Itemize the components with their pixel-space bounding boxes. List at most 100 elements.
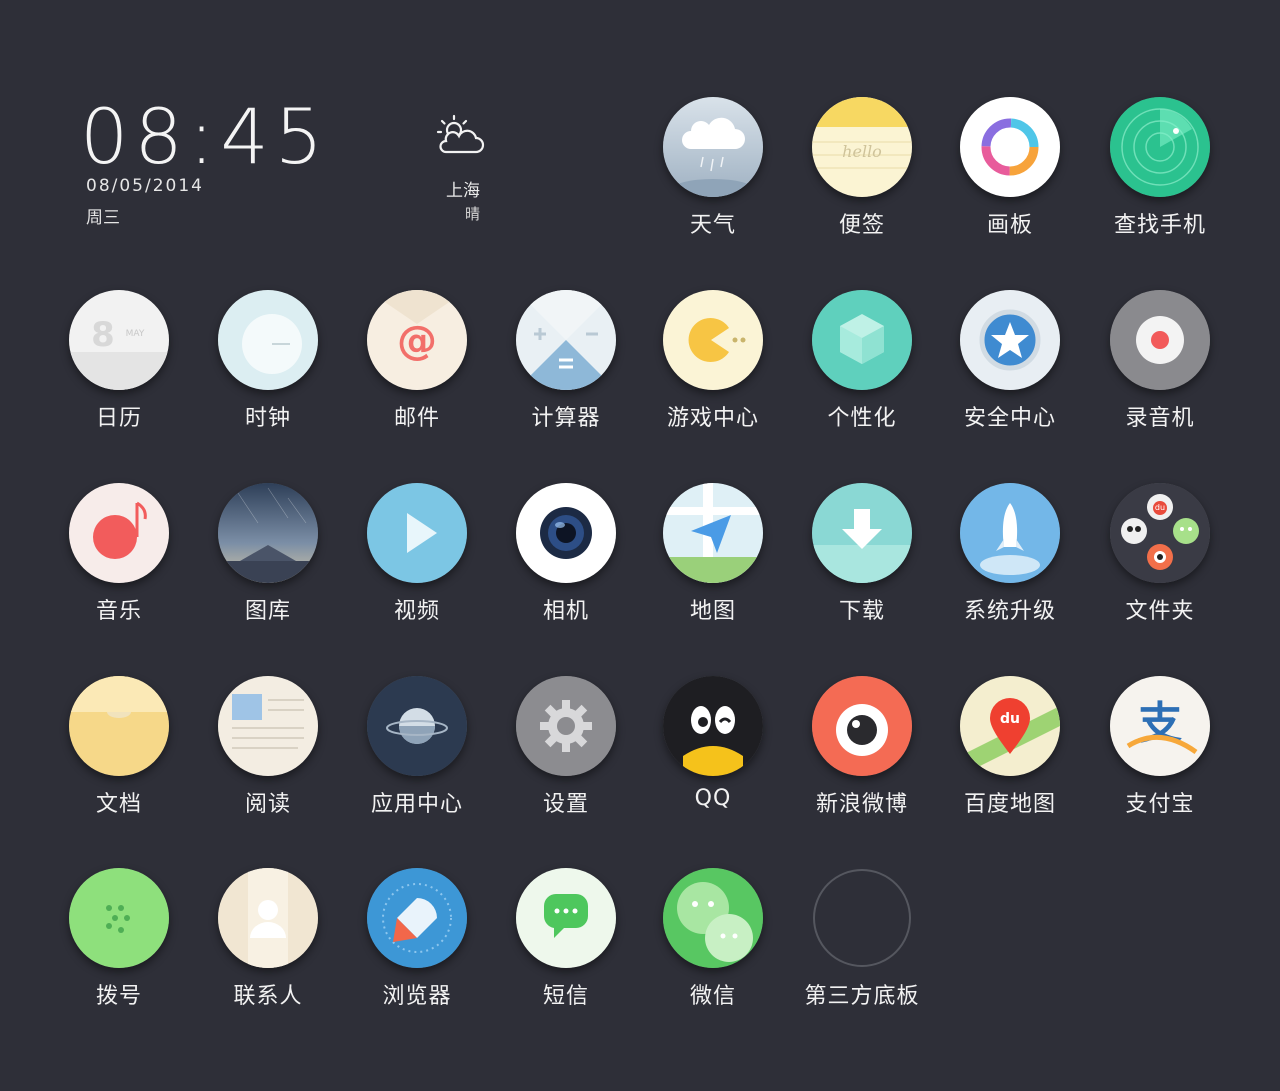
app-label: 第三方底板 — [804, 984, 920, 1009]
app-label: 计算器 — [531, 406, 601, 431]
app-calendar[interactable]: 8 MAY 日历 — [44, 290, 194, 440]
app-paint[interactable]: 画板 — [935, 97, 1085, 247]
app-contacts[interactable]: 联系人 — [193, 868, 343, 1018]
app-appstore[interactable]: 应用中心 — [342, 676, 492, 826]
calculator-icon — [516, 290, 616, 390]
app-label: QQ — [694, 786, 732, 811]
camera-lens-icon — [516, 483, 616, 583]
app-weibo[interactable]: 新浪微博 — [787, 676, 937, 826]
map-pin-icon: du — [960, 676, 1060, 776]
app-label: 文件夹 — [1125, 599, 1195, 624]
app-label: 设置 — [542, 792, 589, 817]
app-recorder[interactable]: 录音机 — [1085, 290, 1235, 440]
planet-icon — [367, 676, 467, 776]
radar-icon — [1110, 97, 1210, 197]
at-sign-icon: @ — [367, 290, 467, 390]
folder-apps-icon: du — [1110, 483, 1210, 583]
clock-icon — [218, 290, 318, 390]
pacman-icon — [663, 290, 763, 390]
play-icon — [367, 483, 467, 583]
partly-cloudy-icon — [432, 112, 488, 160]
wechat-icon — [663, 868, 763, 968]
book-icon — [218, 676, 318, 776]
keypad-icon — [69, 868, 169, 968]
app-clock[interactable]: 时钟 — [193, 290, 343, 440]
app-browser[interactable]: 浏览器 — [342, 868, 492, 1018]
app-themes[interactable]: 个性化 — [787, 290, 937, 440]
notepad-text: hello — [842, 142, 882, 161]
document-icon — [69, 676, 169, 776]
app-gallery[interactable]: 图库 — [193, 483, 343, 633]
app-label: 个性化 — [827, 406, 897, 431]
app-mail[interactable]: @ 邮件 — [342, 290, 492, 440]
app-music[interactable]: 音乐 — [44, 483, 194, 633]
app-video[interactable]: 视频 — [342, 483, 492, 633]
app-label: 下载 — [838, 599, 885, 624]
app-label: 录音机 — [1125, 406, 1195, 431]
app-label: 天气 — [689, 213, 736, 238]
calendar-month: MAY — [126, 329, 145, 339]
app-qq[interactable]: QQ — [638, 676, 788, 826]
app-download[interactable]: 下载 — [787, 483, 937, 633]
download-arrow-icon — [812, 483, 912, 583]
app-dialer[interactable]: 拨号 — [44, 868, 194, 1018]
music-note-icon — [69, 483, 169, 583]
app-label: 浏览器 — [382, 984, 452, 1009]
app-label: 游戏中心 — [666, 406, 759, 431]
app-label: 时钟 — [244, 406, 291, 431]
app-thirdparty-base[interactable]: 第三方底板 — [787, 868, 937, 1018]
app-label: 百度地图 — [963, 792, 1056, 817]
app-weather[interactable]: 天气 — [638, 97, 788, 247]
app-maps[interactable]: 地图 — [638, 483, 788, 633]
app-baidumap[interactable]: du 百度地图 — [935, 676, 1085, 826]
gear-icon — [516, 676, 616, 776]
alipay-icon: 支 — [1110, 676, 1210, 776]
mountain-icon — [218, 483, 318, 583]
app-update[interactable]: 系统升级 — [935, 483, 1085, 633]
app-label: 音乐 — [95, 599, 142, 624]
app-label: 图库 — [244, 599, 291, 624]
app-games[interactable]: 游戏中心 — [638, 290, 788, 440]
app-label: 应用中心 — [370, 792, 463, 817]
app-security[interactable]: 安全中心 — [935, 290, 1085, 440]
app-notes[interactable]: hello 便签 — [787, 97, 937, 247]
app-label: 阅读 — [244, 792, 291, 817]
app-folder[interactable]: du 文件夹 — [1085, 483, 1235, 633]
app-label: 文档 — [95, 792, 142, 817]
app-sms[interactable]: 短信 — [491, 868, 641, 1018]
app-findphone[interactable]: 查找手机 — [1085, 97, 1235, 247]
folder-du-text: du — [1155, 503, 1165, 512]
eye-icon — [812, 676, 912, 776]
rocket-icon — [960, 483, 1060, 583]
app-reader[interactable]: 阅读 — [193, 676, 343, 826]
app-label: 查找手机 — [1113, 213, 1206, 238]
app-label: 系统升级 — [963, 599, 1056, 624]
app-wechat[interactable]: 微信 — [638, 868, 788, 1018]
clock-time: 08:45 — [80, 92, 330, 181]
app-camera[interactable]: 相机 — [491, 483, 641, 633]
star-shield-icon — [960, 290, 1060, 390]
app-label: 联系人 — [233, 984, 303, 1009]
app-alipay[interactable]: 支 支付宝 — [1085, 676, 1235, 826]
clock-date: 08/05/2014 — [86, 176, 204, 196]
weather-cloud-icon — [663, 97, 763, 197]
compass-icon — [367, 868, 467, 968]
app-label: 短信 — [542, 984, 589, 1009]
app-label: 相机 — [542, 599, 589, 624]
person-icon — [218, 868, 318, 968]
mail-at: @ — [397, 318, 437, 364]
app-label: 画板 — [986, 213, 1033, 238]
app-label: 支付宝 — [1125, 792, 1195, 817]
map-arrow-icon — [663, 483, 763, 583]
app-label: 微信 — [689, 984, 736, 1009]
record-icon — [1110, 290, 1210, 390]
cube-icon — [812, 290, 912, 390]
weather-condition: 晴 — [465, 205, 481, 223]
app-settings[interactable]: 设置 — [491, 676, 641, 826]
color-ring-icon — [960, 97, 1060, 197]
calendar-icon: 8 MAY — [69, 290, 169, 390]
app-label: 视频 — [393, 599, 440, 624]
clock-weekday: 周三 — [86, 208, 120, 228]
app-calculator[interactable]: 计算器 — [491, 290, 641, 440]
app-docs[interactable]: 文档 — [44, 676, 194, 826]
